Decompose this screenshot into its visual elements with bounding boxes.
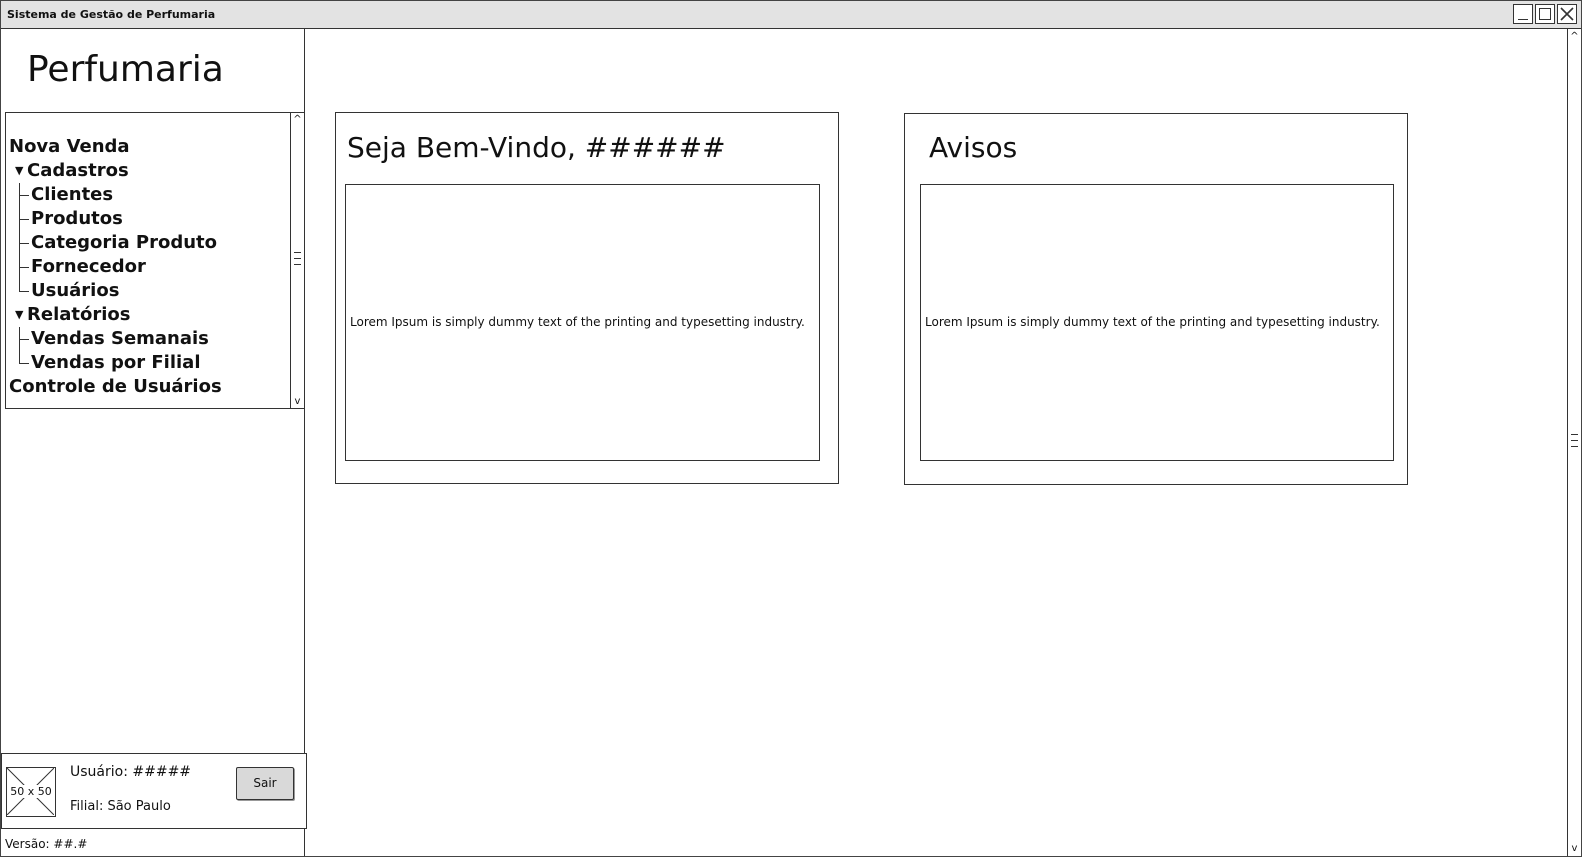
- chevron-up-icon[interactable]: ^: [1569, 31, 1580, 42]
- version-label: Versão: ##.#: [5, 837, 88, 851]
- nav-item-clientes[interactable]: Clientes: [9, 183, 222, 207]
- nav-item-label: Nova Venda: [9, 136, 130, 157]
- main-scrollbar[interactable]: ^ v: [1567, 29, 1581, 856]
- avatar: 50 x 50: [6, 767, 56, 817]
- nav-item-label: Usuários: [31, 280, 120, 301]
- window-controls: [1513, 4, 1577, 24]
- chevron-up-icon[interactable]: ^: [292, 114, 303, 125]
- triangle-down-icon[interactable]: ▼: [15, 159, 27, 183]
- app-name: Perfumaria: [27, 49, 224, 90]
- avatar-placeholder-label: 50 x 50: [9, 785, 53, 798]
- nav-item-label: Vendas Semanais: [31, 328, 209, 349]
- nav-item-label: Controle de Usuários: [9, 376, 222, 397]
- scrollbar-thumb[interactable]: [292, 247, 303, 269]
- nav-item-label: Categoria Produto: [31, 232, 217, 253]
- user-panel: 50 x 50 Usuário: ##### Filial: São Paulo…: [1, 753, 307, 829]
- nav-item-label: Vendas por Filial: [31, 352, 201, 373]
- notices-text: Lorem Ipsum is simply dummy text of the …: [925, 315, 1380, 329]
- minimize-icon[interactable]: [1513, 4, 1533, 24]
- nav-item-label: Produtos: [31, 208, 123, 229]
- nav-item-label: Clientes: [31, 184, 114, 205]
- nav-item-label: Fornecedor: [31, 256, 146, 277]
- nav-item-produtos[interactable]: Produtos: [9, 207, 222, 231]
- nav-group-label: Relatórios: [27, 304, 131, 325]
- welcome-panel: Seja Bem-Vindo, ###### Lorem Ipsum is si…: [335, 112, 839, 484]
- title-bar: Sistema de Gestão de Perfumaria: [1, 1, 1581, 29]
- nav-item-vendas-por-filial[interactable]: Vendas por Filial: [9, 351, 222, 375]
- chevron-down-icon[interactable]: v: [1569, 843, 1580, 854]
- nav-item-categoria-produto[interactable]: Categoria Produto: [9, 231, 222, 255]
- nav-item-vendas-semanais[interactable]: Vendas Semanais: [9, 327, 222, 351]
- nav-item-fornecedor[interactable]: Fornecedor: [9, 255, 222, 279]
- nav-item-nova-venda[interactable]: Nova Venda: [9, 135, 222, 159]
- welcome-title: Seja Bem-Vindo, ######: [347, 131, 726, 164]
- navigation-tree: Nova Venda ▼ Cadastros Clientes Produtos …: [5, 112, 305, 409]
- notices-panel: Avisos Lorem Ipsum is simply dummy text …: [904, 113, 1408, 485]
- notices-content-box: Lorem Ipsum is simply dummy text of the …: [920, 184, 1394, 461]
- scrollbar-thumb[interactable]: [1569, 429, 1580, 451]
- notices-title: Avisos: [929, 131, 1018, 164]
- nav-group-label: Cadastros: [27, 160, 129, 181]
- nav-group-relatorios[interactable]: ▼ Relatórios: [9, 303, 222, 327]
- sidebar: Perfumaria Nova Venda ▼ Cadastros Cliente…: [1, 29, 307, 856]
- filial-label: Filial: São Paulo: [70, 799, 171, 814]
- welcome-text: Lorem Ipsum is simply dummy text of the …: [350, 315, 805, 329]
- close-icon[interactable]: [1557, 4, 1577, 24]
- nav-item-controle-usuarios[interactable]: Controle de Usuários: [9, 375, 222, 399]
- maximize-icon[interactable]: [1535, 4, 1555, 24]
- window-title: Sistema de Gestão de Perfumaria: [7, 8, 216, 21]
- user-label: Usuário: #####: [70, 764, 192, 780]
- nav-group-cadastros[interactable]: ▼ Cadastros: [9, 159, 222, 183]
- logout-button[interactable]: Sair: [236, 767, 294, 800]
- tree-scrollbar[interactable]: ^ v: [290, 113, 304, 408]
- app-window: Sistema de Gestão de Perfumaria Perfumar…: [0, 0, 1582, 857]
- welcome-content-box: Lorem Ipsum is simply dummy text of the …: [345, 184, 820, 461]
- triangle-down-icon[interactable]: ▼: [15, 303, 27, 327]
- nav-item-usuarios[interactable]: Usuários: [9, 279, 222, 303]
- chevron-down-icon[interactable]: v: [292, 396, 303, 407]
